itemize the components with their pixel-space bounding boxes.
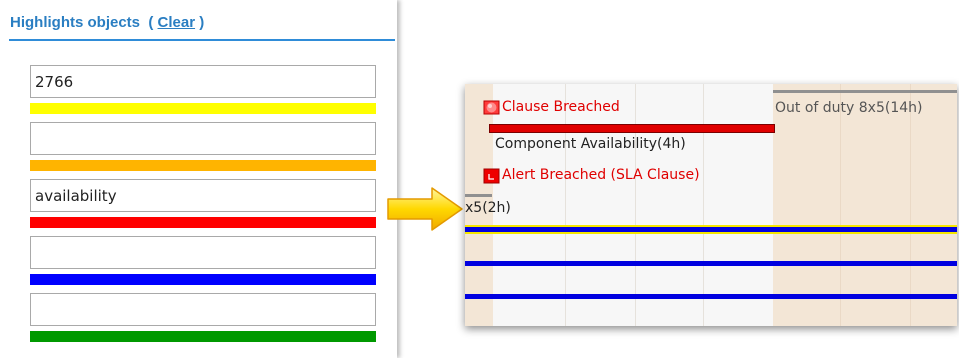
duty-period-label: x5(2h) [465, 200, 511, 216]
alert-breached-icon [483, 168, 500, 184]
highlight-color-orange [30, 160, 376, 171]
grid-line [565, 84, 566, 326]
grid-line [635, 84, 636, 326]
highlight-color-green [30, 331, 376, 342]
header-divider [9, 39, 395, 41]
highlight-input-3[interactable] [30, 179, 376, 212]
highlight-input-1[interactable] [30, 65, 376, 98]
component-availability-label: Component Availability(4h) [495, 136, 686, 152]
paren-open: ( [144, 14, 158, 31]
highlight-panel: Highlights objects ( Clear ) [0, 0, 397, 358]
highlight-color-blue [30, 274, 376, 285]
alert-breached-label: Alert Breached (SLA Clause) [502, 167, 700, 183]
highlight-line-blue[interactable] [465, 294, 957, 299]
on-duty-band [493, 84, 773, 326]
panel-title: Highlights objects [10, 14, 141, 31]
highlight-input-2[interactable] [30, 122, 376, 155]
highlight-color-yellow [30, 103, 376, 114]
arrow-icon [387, 187, 463, 231]
highlight-input-4[interactable] [30, 236, 376, 269]
clause-breached-label: Clause Breached [502, 99, 620, 115]
grid-line [910, 84, 911, 326]
clause-breach-bar[interactable] [489, 124, 775, 133]
highlight-line-yellow[interactable] [465, 225, 957, 234]
out-of-duty-label: Out of duty 8x5(14h) [775, 100, 923, 116]
clear-link[interactable]: Clear [158, 14, 196, 31]
highlight-color-red [30, 217, 376, 228]
grid-line [703, 84, 704, 326]
duty-period-marker [465, 194, 492, 197]
panel-header: Highlights objects ( Clear ) [10, 14, 204, 31]
timeline-view: Clause Breached Out of duty 8x5(14h) Com… [465, 84, 957, 326]
highlight-line-blue[interactable] [465, 261, 957, 266]
paren-close: ) [195, 14, 205, 31]
off-duty-band [773, 84, 957, 326]
grid-line [840, 84, 841, 326]
clause-breached-icon [483, 100, 500, 115]
highlight-input-5[interactable] [30, 293, 376, 326]
duty-period-marker [773, 90, 957, 93]
